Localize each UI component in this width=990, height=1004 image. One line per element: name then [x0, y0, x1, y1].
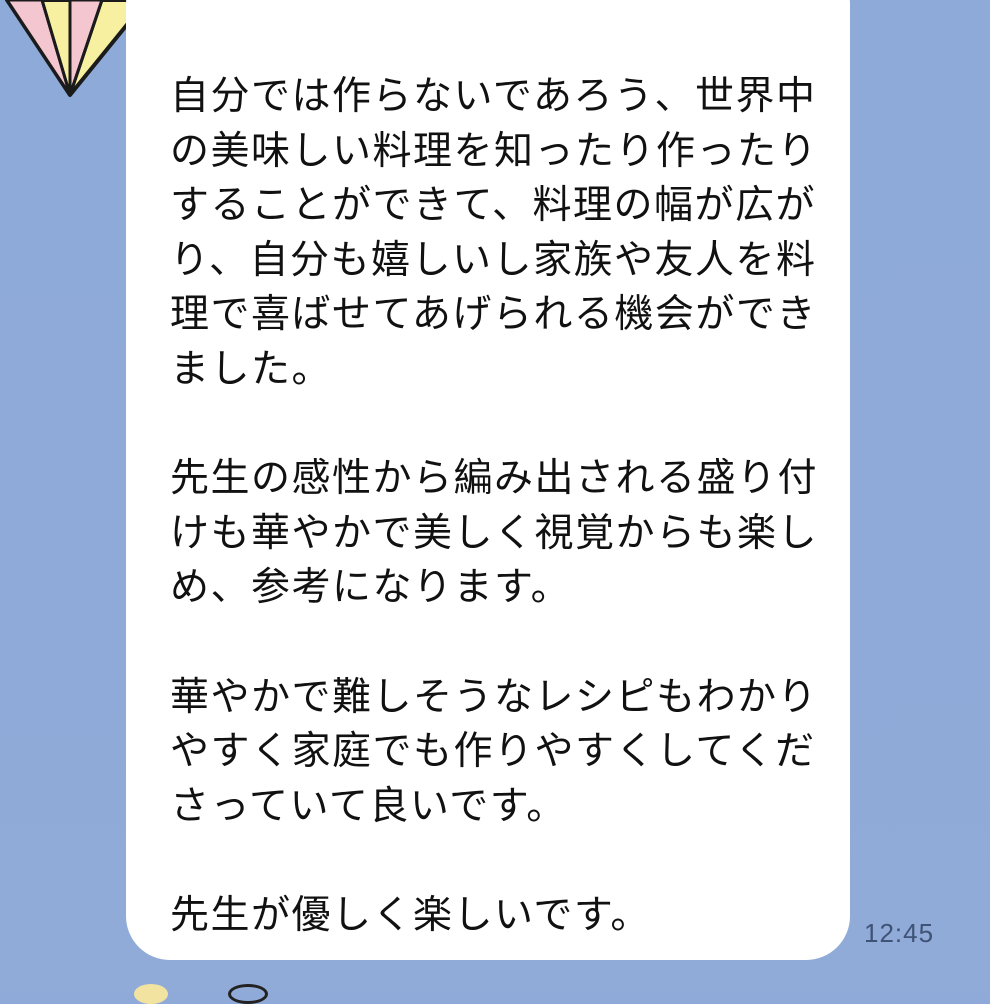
next-message-icon [228, 984, 268, 1004]
message-timestamp: 12:45 [864, 918, 935, 948]
message-text: 自分では作らないであろう、世界中の美味しい料理を知ったり作ったりすることができて… [170, 74, 819, 938]
message-bubble[interactable]: 自分では作らないであろう、世界中の美味しい料理を知ったり作ったりすることができて… [126, 0, 850, 960]
next-avatar-icon [134, 984, 168, 1004]
